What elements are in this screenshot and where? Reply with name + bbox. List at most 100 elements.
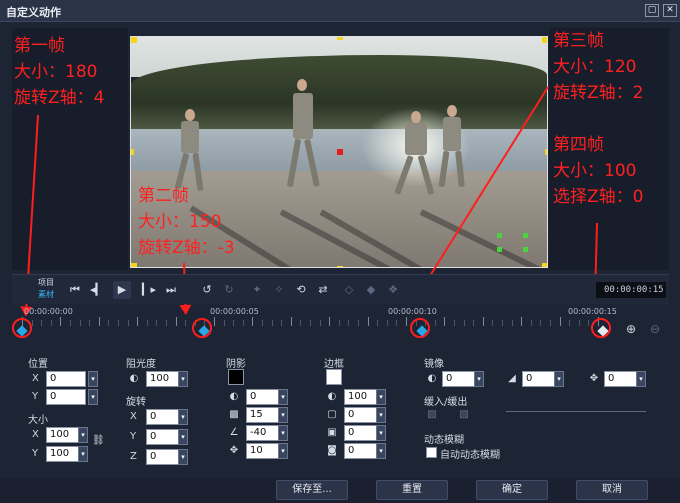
spinner[interactable]: ▾	[376, 407, 386, 423]
corner-handle[interactable]	[523, 233, 528, 238]
spinner[interactable]: ▾	[278, 407, 288, 423]
playback-controls: 项目 素材 ⏮ ◂▎ ▶ ▎▸ ⏭ ↺ ↻ ✦ ✧ ⟲ ⇄ ◇ ◆ ❖	[12, 274, 669, 304]
save-as-button[interactable]: 保存至...	[276, 480, 348, 500]
link-icon[interactable]: ⛓	[92, 435, 105, 447]
spinner[interactable]: ▾	[278, 443, 288, 459]
zoom-in-icon[interactable]: ⊕	[626, 322, 636, 336]
ok-button[interactable]: 确定	[476, 480, 548, 500]
axis-label: Y	[32, 448, 39, 459]
motion-blur-label: 动态模糊	[424, 435, 464, 446]
position-label: 位置	[28, 359, 48, 370]
spinner[interactable]: ▾	[474, 371, 484, 387]
timeline-tick	[338, 320, 340, 326]
mode-clip-label[interactable]: 素材	[38, 289, 54, 300]
timeline-tick	[223, 320, 225, 326]
mode-project-label[interactable]: 项目	[38, 277, 54, 288]
spinner[interactable]: ▾	[278, 389, 288, 405]
shadow-opacity-icon: ◐	[229, 391, 239, 402]
close-icon[interactable]: ✕	[663, 4, 677, 17]
opacity-rotation-panel: 阻光度 ◐ 100 ▾ 旋转 X 0 ▾ Y 0 ▾ Z 0 ▾	[122, 347, 214, 471]
timeline-tick	[569, 320, 571, 326]
next-keyframe-icon[interactable]: ◆	[362, 281, 380, 299]
spinner[interactable]: ▾	[376, 443, 386, 459]
timeline-tick	[175, 317, 177, 326]
ease-in-icon[interactable]: ▨	[426, 409, 438, 421]
timeline-tick	[281, 320, 283, 326]
ease-out-icon[interactable]: ▧	[458, 409, 470, 421]
resize-handle[interactable]	[131, 263, 137, 267]
corner-handle[interactable]	[497, 247, 502, 252]
resize-handle[interactable]	[542, 263, 547, 267]
time-label: 00:00:00:00	[24, 307, 73, 316]
prev-frame-icon[interactable]: ◂▎	[88, 281, 106, 299]
axis-label: Z	[130, 451, 137, 462]
axis-label: X	[130, 411, 137, 422]
spinner[interactable]: ▾	[178, 409, 188, 425]
spinner[interactable]: ▾	[88, 371, 98, 387]
timeline-tick	[444, 317, 446, 326]
window-title: 自定义动作	[6, 6, 61, 19]
timeline-tick	[185, 320, 187, 326]
spinner[interactable]: ▾	[78, 446, 88, 462]
resize-handle[interactable]	[131, 149, 134, 155]
spinner[interactable]: ▾	[178, 449, 188, 465]
timeline-tick	[98, 317, 100, 326]
timeline-tick	[386, 320, 388, 326]
resize-handle[interactable]	[542, 37, 547, 43]
timeline-tick	[118, 320, 119, 326]
timeline-tick	[482, 317, 484, 326]
spinner[interactable]: ▾	[554, 371, 564, 387]
remove-keyframe-icon[interactable]: ✧	[270, 281, 288, 299]
timecode-display[interactable]: 00:00:00:15	[596, 282, 666, 298]
zoom-out-icon[interactable]: ⊖	[650, 322, 660, 336]
border-color-swatch[interactable]	[326, 369, 342, 385]
spinner[interactable]: ▾	[278, 425, 288, 441]
timeline-tick	[329, 317, 331, 326]
swap-keyframes-icon[interactable]: ⇄	[314, 281, 332, 299]
ease-slider[interactable]	[506, 411, 646, 412]
timeline-tick	[559, 317, 561, 326]
shadow-label: 阴影	[226, 359, 246, 370]
spinner[interactable]: ▾	[636, 371, 646, 387]
spinner[interactable]: ▾	[88, 389, 98, 405]
rotate-right-icon[interactable]: ↻	[220, 281, 238, 299]
resize-handle[interactable]	[337, 37, 343, 40]
prev-keyframe-icon[interactable]: ◇	[340, 281, 358, 299]
position-y-input[interactable]: 0	[46, 389, 86, 405]
spinner[interactable]: ▾	[178, 429, 188, 445]
reset-button[interactable]: 重置	[376, 480, 448, 500]
rotate-left-icon[interactable]: ↺	[198, 281, 216, 299]
resize-handle[interactable]	[131, 37, 137, 43]
play-icon[interactable]: ▶	[113, 281, 131, 299]
shadow-color-swatch[interactable]	[228, 369, 244, 385]
corner-handle[interactable]	[497, 233, 502, 238]
timeline-tick	[214, 317, 215, 326]
timeline-tick	[550, 320, 551, 326]
auto-motion-blur-checkbox[interactable]	[426, 447, 437, 458]
title-bar: 自定义动作 ▢ ✕	[0, 0, 680, 22]
resize-handle[interactable]	[545, 149, 547, 155]
reverse-keyframe-icon[interactable]: ⟲	[292, 281, 310, 299]
go-end-icon[interactable]: ⏭	[162, 281, 180, 299]
spinner[interactable]: ▾	[178, 371, 188, 387]
center-handle[interactable]	[337, 149, 343, 155]
spinner[interactable]: ▾	[78, 427, 88, 443]
timeline-tick	[540, 320, 542, 326]
corner-handle[interactable]	[523, 247, 528, 252]
go-start-icon[interactable]: ⏮	[66, 281, 84, 299]
add-keyframe-icon[interactable]: ✦	[248, 281, 266, 299]
restore-icon[interactable]: ▢	[645, 4, 659, 17]
ease-label: 缓入/缓出	[424, 397, 468, 408]
cancel-button[interactable]: 取消	[576, 480, 648, 500]
resize-handle[interactable]	[337, 266, 343, 267]
annotation-frame4: 第四帧 大小：100 选择Z轴：0	[553, 135, 644, 207]
copy-keyframe-icon[interactable]: ❖	[384, 281, 402, 299]
mirror-ease-panel: 镜像 ◐ 0 ▾ ◢ 0 ▾ ✥ 0 ▾ 缓入/缓出 ▨ ▧ 动态模糊 自动动态…	[420, 347, 664, 471]
timeline-tick	[588, 320, 590, 326]
axis-label: X	[32, 373, 39, 384]
next-frame-icon[interactable]: ▎▸	[140, 281, 158, 299]
keyframe-timeline[interactable]: 00:00:00:00 00:00:00:05 00:00:00:10 00:0…	[12, 306, 617, 338]
spinner[interactable]: ▾	[376, 425, 386, 441]
position-x-input[interactable]: 0	[46, 371, 86, 387]
spinner[interactable]: ▾	[376, 389, 386, 405]
